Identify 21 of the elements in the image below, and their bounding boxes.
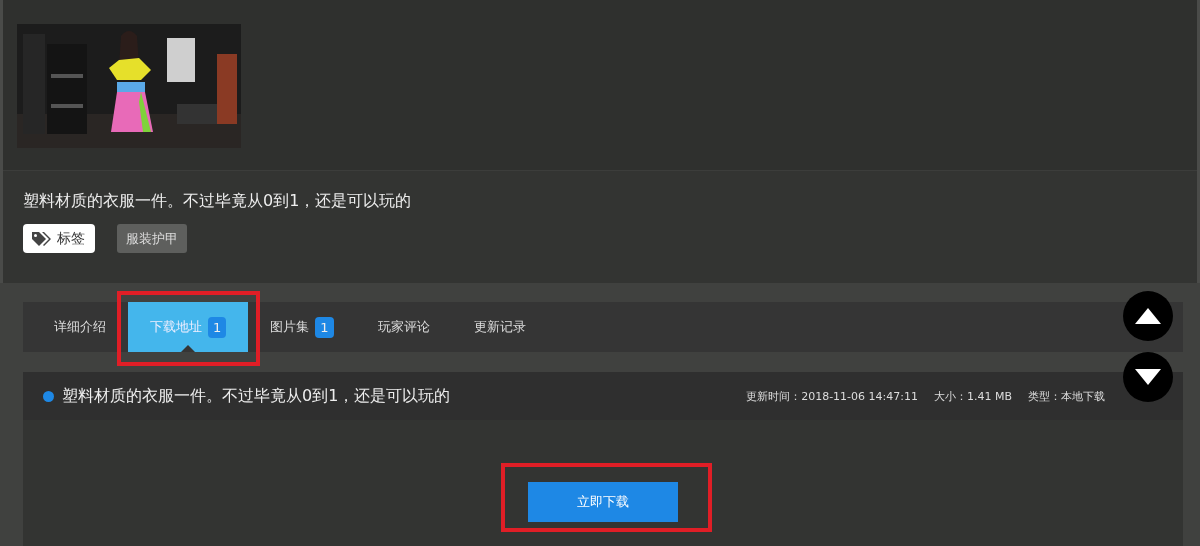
down-triangle-icon: [1135, 369, 1161, 385]
file-meta: 大小：1.41 MB: [933, 388, 1012, 404]
pointer-icon: [181, 345, 196, 352]
file-meta: 更新时间：2018-11-06 14:47:11: [746, 388, 918, 404]
count-badge: 1: [315, 316, 334, 338]
tab[interactable]: 玩家评论: [355, 302, 452, 352]
file-title: 塑料材质的衣服一件。不过毕竟从0到1，还是可以玩的: [62, 385, 452, 407]
download-button[interactable]: 立即下载: [528, 482, 678, 522]
tag-chip[interactable]: 服装护甲: [117, 224, 187, 253]
tab[interactable]: 更新记录: [451, 302, 548, 352]
up-triangle-icon: [1135, 308, 1161, 324]
scroll-down-button[interactable]: [1123, 352, 1173, 402]
count-badge: 1: [208, 316, 227, 338]
tag-label: 标签: [23, 224, 95, 253]
tab[interactable]: 图片集 1: [248, 302, 356, 352]
scroll-up-button[interactable]: [1123, 291, 1173, 341]
post-title: 塑料材质的衣服一件。不过毕竟从0到1，还是可以玩的: [23, 191, 412, 212]
tag-icon: [31, 230, 51, 247]
file-meta: 类型：本地下载: [1028, 388, 1105, 404]
tab[interactable]: 详细介绍: [32, 302, 128, 352]
status-dot: [43, 390, 54, 402]
